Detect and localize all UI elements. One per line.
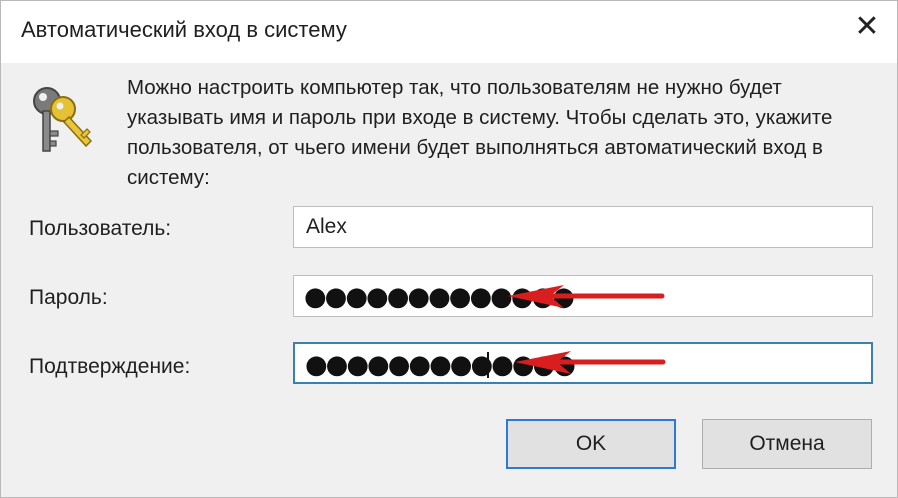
red-arrow-icon (515, 351, 666, 374)
title-bar: Автоматический вход в систему ✕ (1, 1, 897, 63)
keys-icon (33, 87, 93, 152)
confirm-label: Подтверждение: (29, 355, 191, 378)
user-label: Пользователь: (29, 217, 172, 240)
auto-logon-dialog: Автоматический вход в систему ✕ Можно на… (0, 0, 898, 498)
text-caret (487, 352, 489, 378)
user-value: Alex (306, 215, 347, 238)
password-label: Пароль: (29, 286, 108, 309)
window-title: Автоматический вход в систему (21, 17, 347, 42)
close-icon: ✕ (854, 9, 880, 43)
close-button[interactable]: ✕ (837, 1, 897, 51)
user-field[interactable]: Alex (293, 206, 873, 248)
cancel-button[interactable]: Отмена (702, 419, 872, 469)
red-arrow-icon (508, 285, 665, 308)
instructions-text: Можно настроить компьютер так, что польз… (127, 76, 833, 189)
ok-button[interactable]: OK (506, 419, 676, 469)
